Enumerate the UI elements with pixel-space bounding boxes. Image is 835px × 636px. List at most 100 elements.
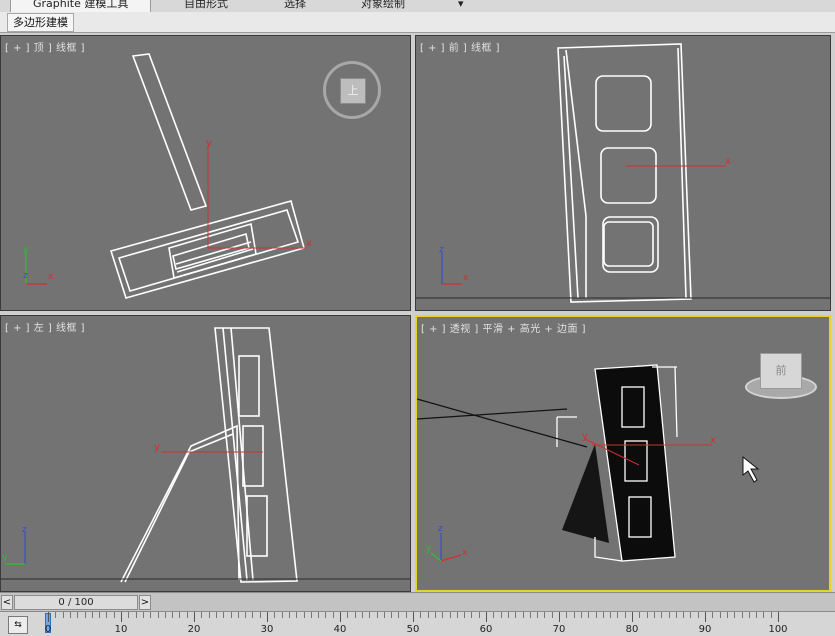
ruler-tick bbox=[741, 612, 743, 618]
ruler-tick bbox=[413, 612, 414, 622]
axis-z-label: z bbox=[22, 525, 27, 535]
ruler-tick bbox=[391, 612, 393, 618]
ruler-tick bbox=[157, 612, 159, 618]
viewcube[interactable]: 上 bbox=[323, 61, 385, 123]
ruler-tick bbox=[661, 612, 663, 618]
ruler-tick bbox=[55, 612, 57, 618]
viewport-top[interactable]: [ + ] 顶 ] 线框 ] y x y z x 上 bbox=[0, 35, 411, 311]
gizmo-x-label: x bbox=[306, 238, 312, 249]
ruler-tick bbox=[252, 612, 254, 618]
prev-frame-button[interactable]: < bbox=[1, 595, 13, 610]
ruler-tick bbox=[602, 612, 604, 618]
gizmo-x-label: x bbox=[725, 156, 731, 167]
tab-object-paint[interactable]: 对象绘制 bbox=[361, 0, 405, 12]
ruler-tick bbox=[697, 612, 699, 618]
subtab-polygon-modeling[interactable]: 多边形建模 bbox=[7, 13, 74, 32]
ruler-tick bbox=[347, 612, 349, 618]
axis-x-label: x bbox=[48, 272, 54, 282]
ruler-tick-label: 20 bbox=[187, 624, 201, 635]
ruler-tick-label: 50 bbox=[406, 624, 420, 635]
mouse-cursor-icon bbox=[742, 455, 760, 483]
ruler-tick-label: 100 bbox=[768, 624, 788, 635]
ruler-tick bbox=[529, 612, 531, 618]
axis-x-label: x bbox=[463, 273, 469, 283]
ruler-tick bbox=[471, 612, 473, 618]
viewport-perspective[interactable]: [ + ] 透视 ] 平滑 + 高光 + 边面 ] y x z x y 前 bbox=[415, 315, 831, 592]
ruler-tick bbox=[84, 612, 86, 618]
ruler-tick bbox=[310, 612, 312, 618]
ruler-tick bbox=[369, 612, 371, 618]
ruler-tick bbox=[507, 612, 509, 618]
track-bar-toggle-icon[interactable]: ⇆ bbox=[8, 616, 28, 634]
ruler-tick bbox=[551, 612, 553, 618]
time-slider[interactable]: 0 / 100 bbox=[14, 595, 138, 610]
ruler-tick bbox=[763, 612, 765, 618]
ruler-tick bbox=[237, 612, 239, 618]
ruler-tick bbox=[376, 612, 378, 618]
ruler-tick bbox=[639, 612, 641, 618]
viewcube-face[interactable]: 上 bbox=[340, 78, 366, 104]
ruler-tick bbox=[128, 612, 130, 618]
ruler-tick bbox=[113, 612, 115, 618]
axis-y-label: y bbox=[23, 245, 29, 255]
next-frame-button[interactable]: > bbox=[139, 595, 151, 610]
ruler-tick bbox=[778, 612, 779, 622]
ruler-tick bbox=[267, 612, 268, 622]
ruler-tick bbox=[522, 612, 524, 618]
ruler-tick bbox=[544, 612, 546, 618]
ruler-tick bbox=[726, 612, 728, 618]
ruler-tick bbox=[566, 612, 568, 618]
gizmo-x-label: x bbox=[710, 435, 716, 446]
ruler-tick bbox=[705, 612, 706, 622]
axis-y-label: y bbox=[2, 553, 8, 563]
viewcube[interactable]: 前 bbox=[745, 353, 823, 407]
ruler-tick bbox=[712, 612, 714, 618]
ruler-tick-label: 70 bbox=[552, 624, 566, 635]
ruler-tick bbox=[456, 612, 458, 618]
ruler-tick bbox=[420, 612, 422, 618]
ruler-tick bbox=[142, 612, 144, 618]
ruler-tick bbox=[274, 612, 276, 618]
ruler-tick bbox=[106, 612, 108, 618]
tab-freeform[interactable]: 自由形式 bbox=[184, 0, 228, 12]
tab-selection[interactable]: 选择 bbox=[284, 0, 306, 12]
time-slider-bar: < 0 / 100 > bbox=[0, 592, 835, 611]
ruler-tick bbox=[734, 612, 736, 618]
ruler-tick bbox=[515, 612, 517, 618]
ruler-tick bbox=[215, 612, 217, 618]
ruler-tick bbox=[325, 612, 327, 618]
ruler-tick bbox=[186, 612, 188, 618]
ribbon-options-dropdown[interactable]: ▾ bbox=[458, 0, 464, 12]
ruler-tick bbox=[537, 612, 539, 618]
viewport-left[interactable]: [ + ] 左 ] 线框 ] y z y bbox=[0, 315, 411, 592]
ruler-tick bbox=[573, 612, 575, 618]
ruler-tick bbox=[288, 612, 290, 618]
viewport-front[interactable]: [ + ] 前 ] 线框 ] x z x bbox=[415, 35, 831, 311]
ruler-tick bbox=[617, 612, 619, 618]
ruler-tick bbox=[719, 612, 721, 618]
axis-z-label: z bbox=[23, 271, 28, 281]
ruler-tick bbox=[383, 612, 385, 618]
ruler-tick bbox=[427, 612, 429, 618]
ruler-tick bbox=[646, 612, 648, 618]
viewcube-face[interactable]: 前 bbox=[760, 353, 802, 389]
front-wireframe: x z x bbox=[416, 43, 830, 303]
ruler-tick bbox=[48, 612, 49, 622]
ruler-tick bbox=[194, 612, 195, 622]
ruler-tick bbox=[756, 612, 758, 618]
ruler-tick bbox=[208, 612, 210, 618]
ruler-tick bbox=[318, 612, 320, 618]
track-bar[interactable]: ⇆ 0 10 20 30 40 50 60 70 80 90 100 bbox=[0, 611, 835, 636]
ruler-tick bbox=[683, 612, 685, 618]
ruler-tick bbox=[610, 612, 612, 618]
ruler-tick bbox=[668, 612, 670, 618]
ruler-tick bbox=[748, 612, 750, 618]
axis-z-label: z bbox=[438, 524, 443, 534]
ruler-tick bbox=[150, 612, 152, 618]
ruler-tick bbox=[281, 612, 283, 618]
axis-x-label: x bbox=[462, 548, 468, 558]
ruler-tick bbox=[201, 612, 203, 618]
tab-graphite-modeling[interactable]: Graphite 建模工具 bbox=[10, 0, 152, 12]
ruler-tick-label: 30 bbox=[260, 624, 274, 635]
ruler-tick bbox=[296, 612, 298, 618]
